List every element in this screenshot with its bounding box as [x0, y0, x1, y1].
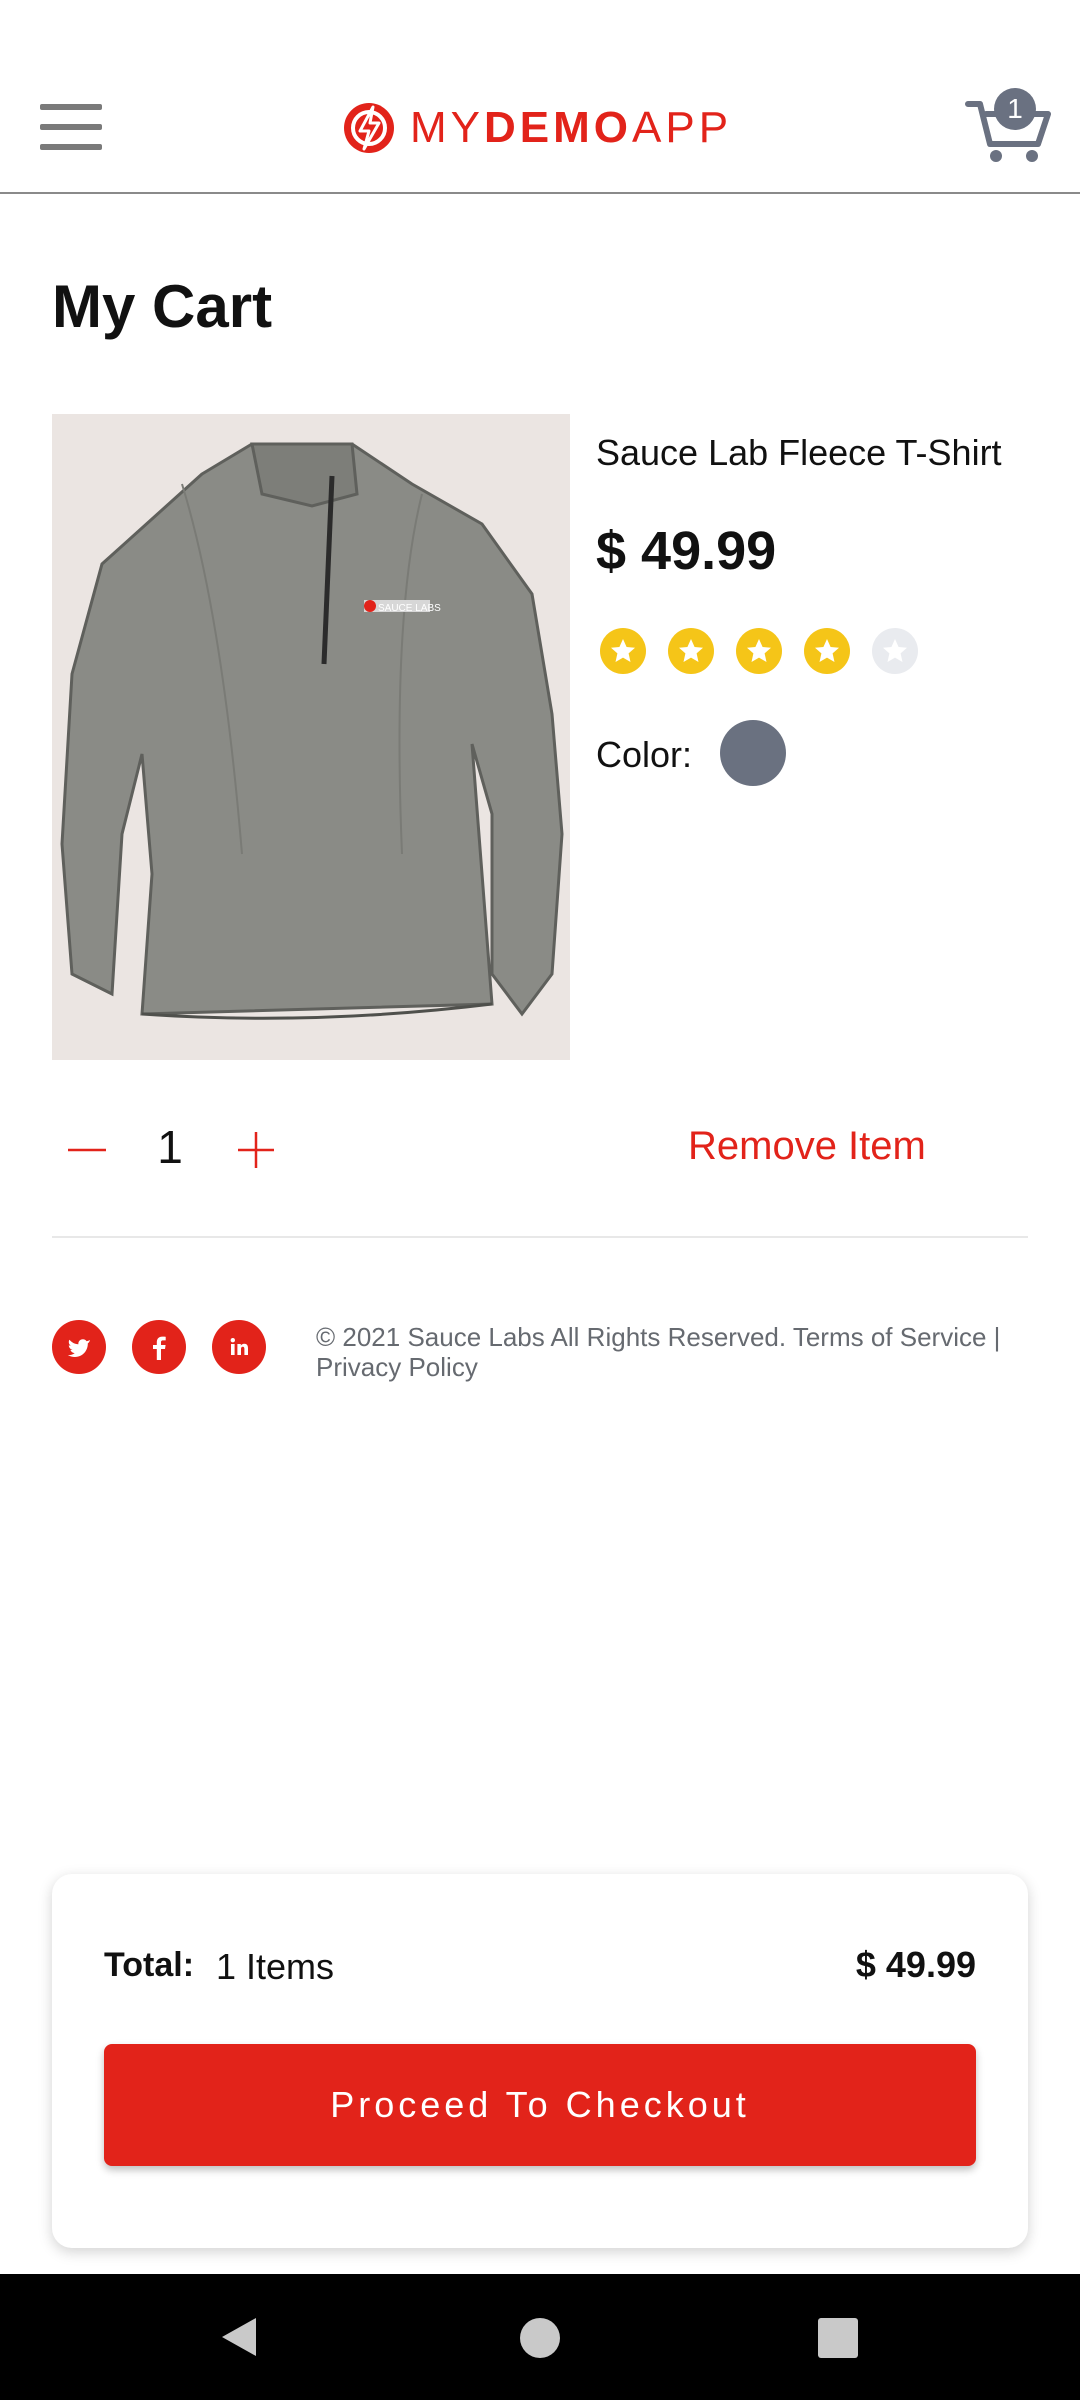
quantity-increase-icon[interactable] [234, 1128, 278, 1172]
copyright-text: © 2021 Sauce Labs All Rights Reserved. T… [316, 1322, 1001, 1382]
app-screen: MYDEMOAPP 1 My Cart SAUCE LABS Sauce Lab… [0, 0, 1080, 2400]
system-nav-bar [0, 2274, 1080, 2400]
menu-icon[interactable] [40, 104, 102, 150]
star-icon[interactable] [872, 628, 918, 674]
page-title: My Cart [52, 273, 273, 340]
rating-stars [600, 628, 918, 678]
product-image: SAUCE LABS [52, 414, 570, 1060]
star-icon[interactable] [600, 628, 646, 674]
logo-bolt-icon [344, 103, 394, 153]
divider [52, 1236, 1028, 1238]
top-bar: MYDEMOAPP 1 [0, 0, 1080, 194]
proceed-to-checkout-button[interactable]: Proceed To Checkout [104, 2044, 976, 2166]
product-price: $ 49.99 [596, 521, 777, 581]
recent-apps-icon[interactable] [818, 2318, 858, 2358]
twitter-icon[interactable] [52, 1320, 106, 1374]
product-name: Sauce Lab Fleece T-Shirt [596, 432, 1002, 473]
color-swatch[interactable] [720, 720, 786, 786]
linkedin-icon[interactable] [212, 1320, 266, 1374]
color-label: Color: [596, 734, 693, 775]
checkout-card: Total: 1 Items $ 49.99 Proceed To Checko… [52, 1874, 1028, 2248]
total-label: Total: [104, 1946, 195, 1984]
logo-text: MYDEMOAPP [410, 103, 733, 152]
star-icon[interactable] [736, 628, 782, 674]
total-price: $ 49.99 [855, 1944, 976, 1985]
app-logo: MYDEMOAPP [342, 98, 732, 158]
remove-item-button[interactable]: Remove Item [688, 1124, 926, 1169]
quantity-decrease-icon[interactable] [64, 1130, 110, 1170]
quantity-value: 1 [157, 1121, 183, 1173]
svg-text:SAUCE LABS: SAUCE LABS [378, 603, 441, 614]
cart-badge: 1 [994, 88, 1036, 130]
total-items: 1 Items [216, 1946, 335, 1987]
facebook-icon[interactable] [132, 1320, 186, 1374]
shirt-illustration: SAUCE LABS [52, 414, 570, 1060]
social-links [52, 1320, 266, 1374]
back-icon[interactable] [216, 2314, 260, 2360]
home-icon[interactable] [520, 2318, 560, 2358]
star-icon[interactable] [804, 628, 850, 674]
star-icon[interactable] [668, 628, 714, 674]
